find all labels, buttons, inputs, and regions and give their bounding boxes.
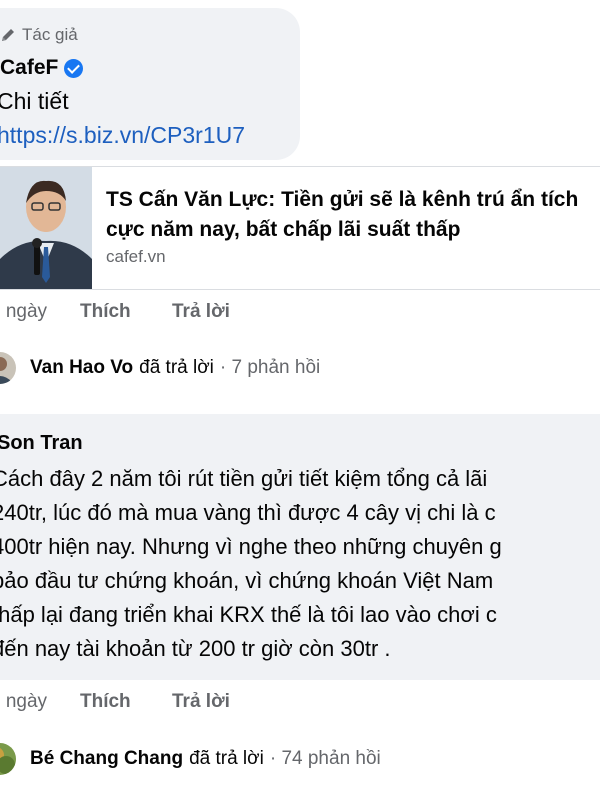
pen-icon: [0, 27, 16, 43]
comment-timestamp: 3 ngày: [0, 301, 48, 322]
comment-line: 400tr hiện nay. Nhưng vì nghe theo những…: [0, 534, 502, 559]
verified-badge-icon: [64, 58, 84, 78]
replies-summary[interactable]: Bé Chang Chang đã trả lời · 74 phản hồi: [0, 742, 381, 776]
reply-author-name[interactable]: Bé Chang Chang: [30, 748, 183, 770]
preview-thumbnail: [0, 167, 92, 289]
comment-timestamp: 2 ngày: [0, 691, 48, 712]
reply-button[interactable]: Trả lời: [172, 691, 230, 713]
avatar[interactable]: [0, 352, 16, 384]
comment-text: Cách đây 2 năm tôi rút tiền gửi tiết kiệ…: [0, 462, 600, 666]
preview-title[interactable]: TS Cấn Văn Lực: Tiền gửi sẽ là kênh trú …: [106, 185, 600, 245]
comment-line: Cách đây 2 năm tôi rút tiền gửi tiết kiệ…: [0, 466, 488, 491]
reply-action-text: đã trả lời: [139, 357, 214, 378]
link-preview-card[interactable]: TS Cấn Văn Lực: Tiền gửi sẽ là kênh trú …: [0, 166, 600, 290]
comment-link[interactable]: https://s.biz.vn/CP3r1U7: [0, 122, 245, 149]
avatar[interactable]: [0, 743, 16, 775]
reply-button[interactable]: Trả lời: [172, 301, 230, 323]
comment-line: đến nay tài khoản từ 200 tr giờ còn 30tr…: [0, 636, 391, 661]
replies-summary[interactable]: Van Hao Vo đã trả lời · 7 phản hồi: [0, 351, 320, 385]
preview-domain: cafef.vn: [106, 247, 166, 266]
like-button[interactable]: Thích: [80, 691, 172, 713]
comment-line: thấp lại đang triển khai KRX thế là tôi …: [0, 602, 497, 627]
comment-line: bảo đầu tư chứng khoán, vì chứng khoán V…: [0, 568, 494, 593]
comment-text: Chi tiết: [0, 88, 69, 114]
comment-actions: 3 ngày Thích Trả lời: [0, 299, 230, 325]
comment-line: 240tr, lúc đó mà mua vàng thì được 4 cây…: [0, 500, 496, 525]
author-badge: Tác giả: [0, 24, 78, 46]
reply-author-name[interactable]: Van Hao Vo: [30, 357, 133, 379]
comment-actions: 2 ngày Thích Trả lời: [0, 689, 230, 715]
reply-action-text: đã trả lời: [189, 748, 264, 769]
comment-author-name[interactable]: Son Tran: [0, 432, 83, 455]
reply-count[interactable]: · 74 phản hồi: [270, 748, 381, 770]
like-button[interactable]: Thích: [80, 301, 172, 323]
comment-author-name[interactable]: CafeF: [0, 56, 84, 80]
reply-count[interactable]: · 7 phản hồi: [220, 357, 320, 379]
author-badge-label: Tác giả: [22, 25, 78, 44]
